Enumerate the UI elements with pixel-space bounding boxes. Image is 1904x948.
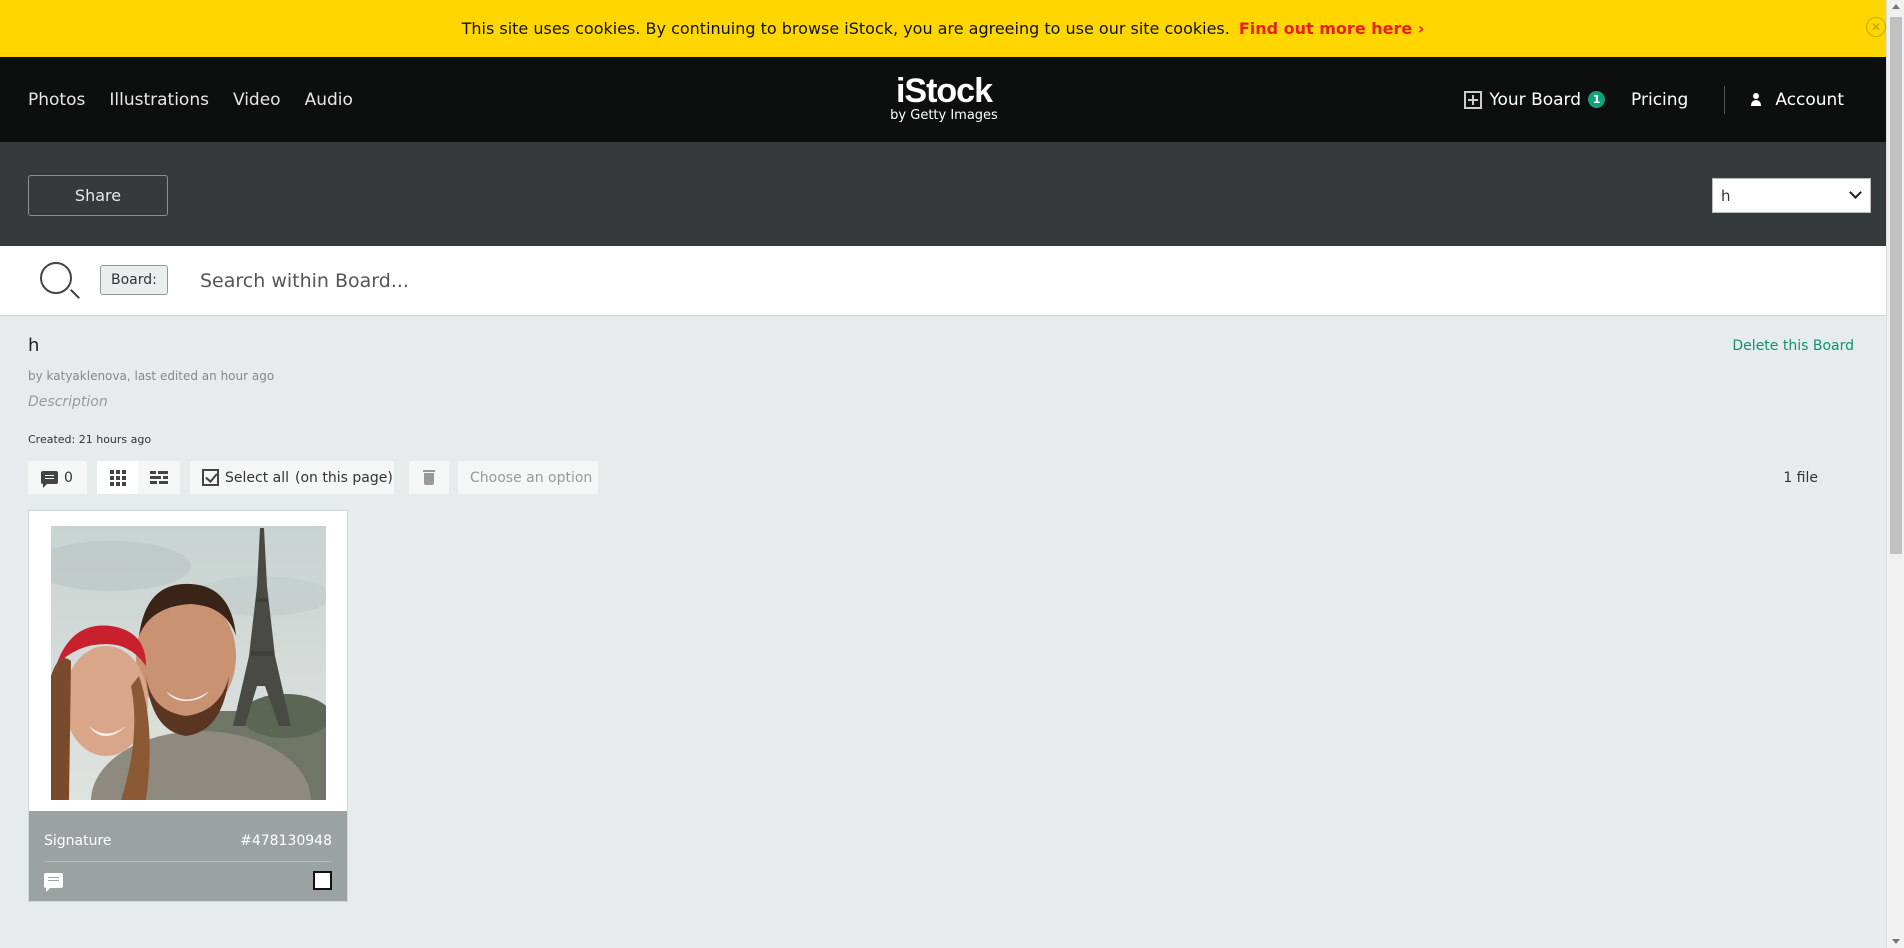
asset-card[interactable]: Signature #478130948 — [28, 510, 348, 902]
nav-illustrations[interactable]: Illustrations — [109, 90, 209, 110]
pricing-link[interactable]: Pricing — [1631, 90, 1688, 110]
nav-video[interactable]: Video — [233, 90, 281, 110]
board-filter-tag[interactable]: Board: — [100, 265, 168, 295]
mosaic-icon — [150, 470, 168, 485]
comment-icon[interactable] — [44, 873, 63, 892]
istock-logo[interactable]: iStock by Getty Images — [888, 74, 1000, 123]
comment-icon — [41, 471, 58, 488]
close-icon[interactable]: ✕ — [1866, 17, 1886, 37]
asset-id[interactable]: #478130948 — [240, 833, 332, 849]
scrollbar-thumb[interactable] — [1890, 17, 1902, 554]
footer-divider — [44, 861, 332, 862]
board-title: h — [28, 335, 40, 356]
select-all-label: Select all — [225, 469, 289, 486]
main-nav: Photos Illustrations Video Audio — [28, 57, 353, 142]
logo-main: iStock — [895, 72, 993, 110]
board-select-value: h — [1721, 186, 1731, 205]
logo-sub: by Getty Images — [890, 108, 998, 123]
select-all-suffix: (on this page) — [295, 469, 393, 486]
page-scrollbar[interactable] — [1886, 0, 1904, 948]
cookie-find-out-more-link[interactable]: Find out more here › — [1239, 19, 1425, 38]
board-count-badge: 1 — [1588, 91, 1606, 108]
account-label: Account — [1775, 89, 1844, 110]
nav-photos[interactable]: Photos — [28, 90, 85, 110]
board-add-icon — [1464, 90, 1483, 109]
checkbox-checked-icon — [202, 469, 219, 486]
scroll-up-arrow-icon[interactable] — [1892, 4, 1900, 9]
board-select[interactable]: h — [1712, 178, 1871, 213]
board-meta: by katyaklenova, last edited an hour ago — [28, 369, 275, 383]
site-header: Photos Illustrations Video Audio iStock … — [0, 57, 1886, 142]
mosaic-view-button[interactable] — [138, 461, 180, 494]
search-input[interactable] — [200, 264, 1800, 298]
delete-board-link[interactable]: Delete this Board — [1732, 338, 1854, 354]
nav-divider — [1724, 85, 1726, 114]
delete-selected-button[interactable] — [409, 461, 449, 494]
your-board-link[interactable]: Your Board 1 — [1464, 89, 1606, 110]
asset-thumbnail[interactable] — [51, 526, 326, 800]
your-board-label: Your Board — [1489, 89, 1582, 110]
search-icon[interactable] — [40, 262, 72, 294]
chevron-down-icon — [1849, 186, 1862, 199]
select-asset-checkbox[interactable] — [313, 871, 332, 890]
select-all-button[interactable]: Select all (on this page) — [190, 461, 394, 494]
board-description[interactable]: Description — [28, 394, 108, 410]
couple-selfie-photo — [51, 526, 326, 800]
nav-audio[interactable]: Audio — [305, 90, 353, 110]
share-button[interactable]: Share — [28, 175, 168, 216]
board-created: Created: 21 hours ago — [28, 433, 152, 446]
asset-card-footer: Signature #478130948 — [29, 811, 347, 901]
scroll-down-arrow-icon[interactable] — [1892, 939, 1900, 944]
license-label: Signature — [44, 833, 112, 849]
bulk-action-select[interactable]: Choose an option — [458, 461, 598, 494]
trash-icon — [423, 470, 435, 485]
user-nav: Your Board 1 Pricing Account — [1464, 57, 1844, 142]
grid-icon — [109, 469, 126, 486]
comment-count: 0 — [64, 469, 73, 486]
board-search-bar: Board: — [0, 246, 1886, 316]
grid-view-button[interactable] — [97, 461, 138, 494]
board-toolbar: Share h — [0, 142, 1886, 246]
comments-button[interactable]: 0 — [28, 461, 87, 494]
file-count: 1 file — [1783, 470, 1818, 486]
account-link[interactable]: Account — [1751, 90, 1844, 110]
person-icon — [1751, 93, 1762, 106]
cookie-banner: This site uses cookies. By continuing to… — [0, 0, 1886, 57]
cookie-message: This site uses cookies. By continuing to… — [461, 19, 1230, 38]
